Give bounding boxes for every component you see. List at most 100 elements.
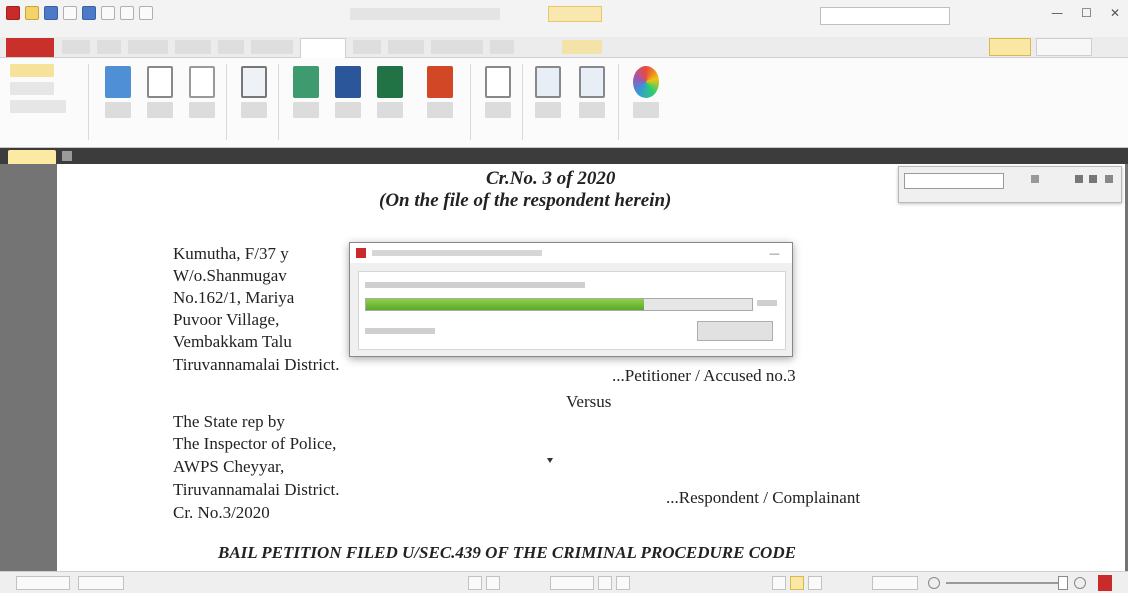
- prev-page-icon[interactable]: [486, 576, 500, 590]
- pages-icon: [241, 66, 267, 98]
- zoom-slider-handle[interactable]: [1058, 576, 1068, 590]
- title-bar: — ☐ ✕: [0, 0, 1128, 37]
- ocr-button[interactable]: [480, 66, 516, 136]
- scan-icon[interactable]: [82, 6, 96, 20]
- to-excel-button[interactable]: [372, 66, 408, 136]
- continuous-view-icon[interactable]: [790, 576, 804, 590]
- find-previous-icon[interactable]: [1075, 175, 1083, 183]
- group-separator: [522, 64, 523, 140]
- close-find-icon[interactable]: [1105, 175, 1113, 183]
- ocr-status-message: [365, 282, 585, 288]
- petitioner-line: Tiruvannamalai District.: [173, 355, 340, 374]
- dialog-title-bar: —: [350, 243, 792, 263]
- other-tools-button[interactable]: [10, 100, 66, 113]
- respondent-line: Cr. No.3/2020: [173, 503, 270, 522]
- find-options-icon[interactable]: [1031, 175, 1039, 183]
- petitioner-line: Kumutha, F/37 y: [173, 244, 289, 263]
- ribbon: [0, 58, 1128, 148]
- tab-bookmarks[interactable]: [431, 40, 483, 54]
- export-images-button[interactable]: [288, 66, 324, 136]
- group-separator: [88, 64, 89, 140]
- save-icon[interactable]: [44, 6, 58, 20]
- petition-title: BAIL PETITION FILED U/SEC.439 OF THE CRI…: [218, 543, 796, 562]
- ocr-progress-dialog: —: [349, 242, 793, 357]
- zoom-in-icon[interactable]: [1074, 577, 1086, 589]
- tab-format[interactable]: [562, 40, 602, 54]
- zoom-slider[interactable]: [946, 582, 1068, 584]
- context-tab-label: [548, 6, 602, 22]
- tab-review[interactable]: [388, 40, 424, 54]
- tab-help[interactable]: [490, 40, 514, 54]
- replace-pages-button[interactable]: [236, 66, 272, 136]
- respondent-line: Tiruvannamalai District.: [173, 480, 340, 499]
- options-button[interactable]: [16, 576, 70, 590]
- search-commands-input[interactable]: [820, 7, 950, 25]
- first-page-icon[interactable]: [468, 576, 482, 590]
- single-page-view-icon[interactable]: [772, 576, 786, 590]
- excel-icon: [377, 66, 403, 98]
- ocr-phase-text: [365, 328, 435, 334]
- case-number-heading: Cr.No. 3 of 2020: [486, 168, 616, 189]
- dialog-close-icon[interactable]: —: [769, 247, 780, 260]
- reduce-pages-button[interactable]: [574, 66, 610, 136]
- tab-form[interactable]: [218, 40, 244, 54]
- to-powerpoint-button[interactable]: [422, 66, 458, 136]
- tab-home[interactable]: [62, 40, 90, 54]
- app-logo-icon[interactable]: [6, 6, 20, 20]
- file-icon: [147, 66, 173, 98]
- page-number-input[interactable]: [550, 576, 594, 590]
- maximize-button[interactable]: ☐: [1081, 6, 1092, 20]
- scan-button[interactable]: [100, 66, 136, 136]
- blank-button[interactable]: [184, 66, 220, 136]
- tab-convert[interactable]: [300, 38, 346, 58]
- cancel-button[interactable]: [697, 321, 773, 341]
- hand-tool-button[interactable]: [10, 64, 54, 77]
- facing-view-icon[interactable]: [808, 576, 822, 590]
- tab-file[interactable]: [6, 38, 54, 57]
- tab-protect[interactable]: [175, 40, 211, 54]
- close-tab-icon[interactable]: [62, 151, 72, 161]
- close-button[interactable]: ✕: [1110, 6, 1120, 20]
- dialog-body: [358, 271, 786, 350]
- to-word-label: [335, 102, 361, 118]
- enhance-scans-label: [535, 102, 561, 118]
- zoom-out-icon[interactable]: [928, 577, 940, 589]
- ocr-progress-bar: [365, 298, 753, 311]
- minimize-button[interactable]: —: [1051, 6, 1063, 20]
- dropdown-icon[interactable]: [139, 6, 153, 20]
- status-bar: [0, 571, 1128, 593]
- find-button[interactable]: [989, 38, 1031, 56]
- zoom-level-select[interactable]: [872, 576, 918, 590]
- open-folder-icon[interactable]: [25, 6, 39, 20]
- next-page-icon[interactable]: [598, 576, 612, 590]
- redo-icon[interactable]: [120, 6, 134, 20]
- group-separator: [278, 64, 279, 140]
- document-tab[interactable]: [8, 150, 56, 164]
- last-page-icon[interactable]: [616, 576, 630, 590]
- reduce-pages-label: [579, 102, 605, 118]
- ocr-progress-percent: [757, 300, 777, 306]
- enhance-icon: [535, 66, 561, 98]
- color-wheel-icon: [633, 66, 659, 98]
- blank-page-icon: [189, 66, 215, 98]
- tab-organize[interactable]: [251, 40, 293, 54]
- find-next-icon[interactable]: [1089, 175, 1097, 183]
- print-icon[interactable]: [63, 6, 77, 20]
- petitioner-role: ...Petitioner / Accused no.3: [612, 366, 796, 385]
- find-panel: [898, 166, 1122, 203]
- to-word-button[interactable]: [330, 66, 366, 136]
- find-input[interactable]: [904, 173, 1004, 189]
- tab-comment[interactable]: [128, 40, 168, 54]
- mouse-cursor-icon: [547, 458, 553, 463]
- select-text-button[interactable]: [10, 82, 54, 95]
- tab-view[interactable]: [97, 40, 121, 54]
- group-separator: [470, 64, 471, 140]
- enhance-scans-button[interactable]: [530, 66, 566, 136]
- respondent-line: AWPS Cheyyar,: [173, 457, 285, 476]
- from-file-button[interactable]: [142, 66, 178, 136]
- window-title: [350, 8, 500, 20]
- search-button[interactable]: [1036, 38, 1092, 56]
- tab-share[interactable]: [353, 40, 381, 54]
- undo-icon[interactable]: [101, 6, 115, 20]
- convert-colors-button[interactable]: [628, 66, 664, 136]
